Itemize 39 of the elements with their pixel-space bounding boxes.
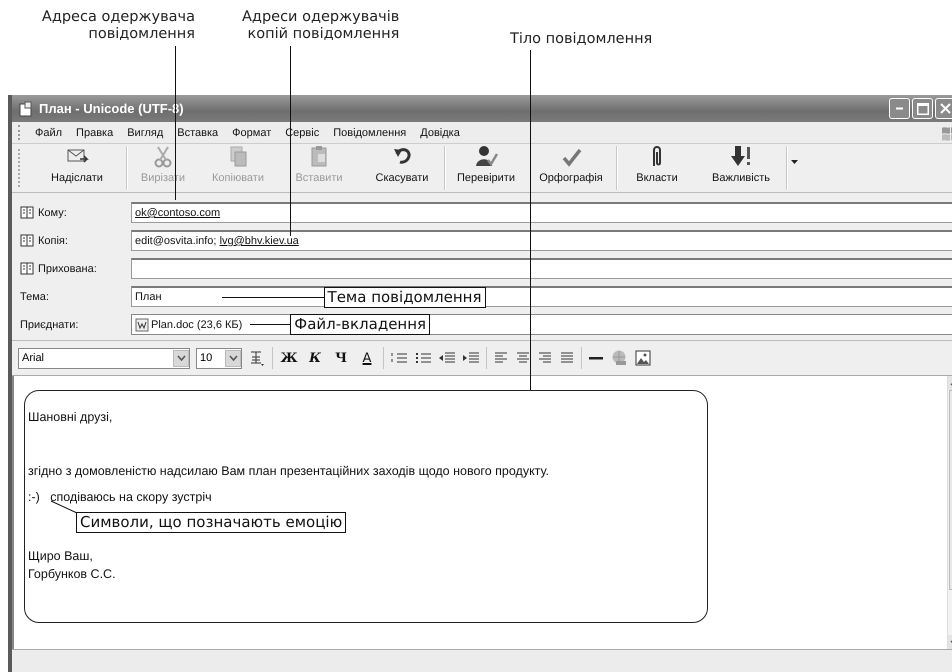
menu-item[interactable]: Повідомлення — [326, 124, 414, 140]
caption: Адреса одержувача повідомлення — [40, 9, 195, 43]
callout-label: Символи, що позначають емоцію — [76, 512, 346, 533]
message-line: :-) сподіваюсь на скору зустріч — [28, 489, 213, 506]
font-dropdown[interactable]: Arial — [18, 348, 190, 368]
input-field[interactable]: План Тема повідомлення — [131, 286, 952, 307]
toolbar-button[interactable]: Вкласти — [618, 144, 696, 192]
toolbar-button[interactable]: Скасувати — [360, 144, 444, 192]
toolbar-button[interactable]: Перевірити — [446, 144, 526, 192]
menu-item[interactable]: Формат — [225, 124, 278, 140]
input-field[interactable]: edit@osvita.info; lvg@bhv.kiev.ua — [131, 230, 952, 251]
caption: Тіло повідомлення — [510, 31, 652, 48]
input-field[interactable]: ok@contoso.com — [131, 202, 952, 223]
field-label: Прихована: — [38, 262, 97, 274]
toolbar-button[interactable]: Важливість — [696, 144, 786, 192]
menu-item[interactable]: Вигляд — [120, 124, 170, 140]
toolbar-button[interactable]: Надіслати — [28, 144, 126, 192]
format-button[interactable]: Ч — [331, 350, 351, 366]
format-button[interactable]: A — [357, 350, 377, 366]
callout-label: Тема повідомлення — [324, 286, 486, 308]
message-line: Щиро Ваш, — [28, 548, 94, 565]
attachment-field[interactable]: Plan.doc (23,6 КБ) Файл-вкладення — [131, 314, 952, 335]
format-button[interactable]: К — [305, 350, 325, 366]
field-label: Тема: — [20, 290, 49, 302]
menu-item[interactable]: Довідка — [413, 124, 467, 140]
message-line: згідно з домовленістю надсилаю Вам план презентаційних заходів щодо нового продукту. — [28, 463, 550, 480]
menu-item[interactable]: Правка — [69, 124, 120, 140]
field-label: Приєднати: — [20, 318, 78, 330]
toolbar-button[interactable]: Орфографія — [526, 144, 616, 192]
field-label: Кому: — [38, 206, 67, 218]
menu-item[interactable]: Вставка — [170, 124, 226, 140]
size-dropdown[interactable]: 10 — [196, 348, 242, 368]
message-line: Горбунков С.С. — [28, 566, 117, 583]
callout-label: Файл-вкладення — [290, 314, 430, 335]
format-button[interactable]: Ж — [279, 350, 299, 366]
menu-item[interactable]: Файл — [28, 124, 70, 140]
caption: Адреси одержувачів копій повідомлення — [242, 9, 400, 43]
field-label: Копія: — [38, 234, 68, 246]
message-line: Шановні друзі, — [28, 409, 114, 426]
